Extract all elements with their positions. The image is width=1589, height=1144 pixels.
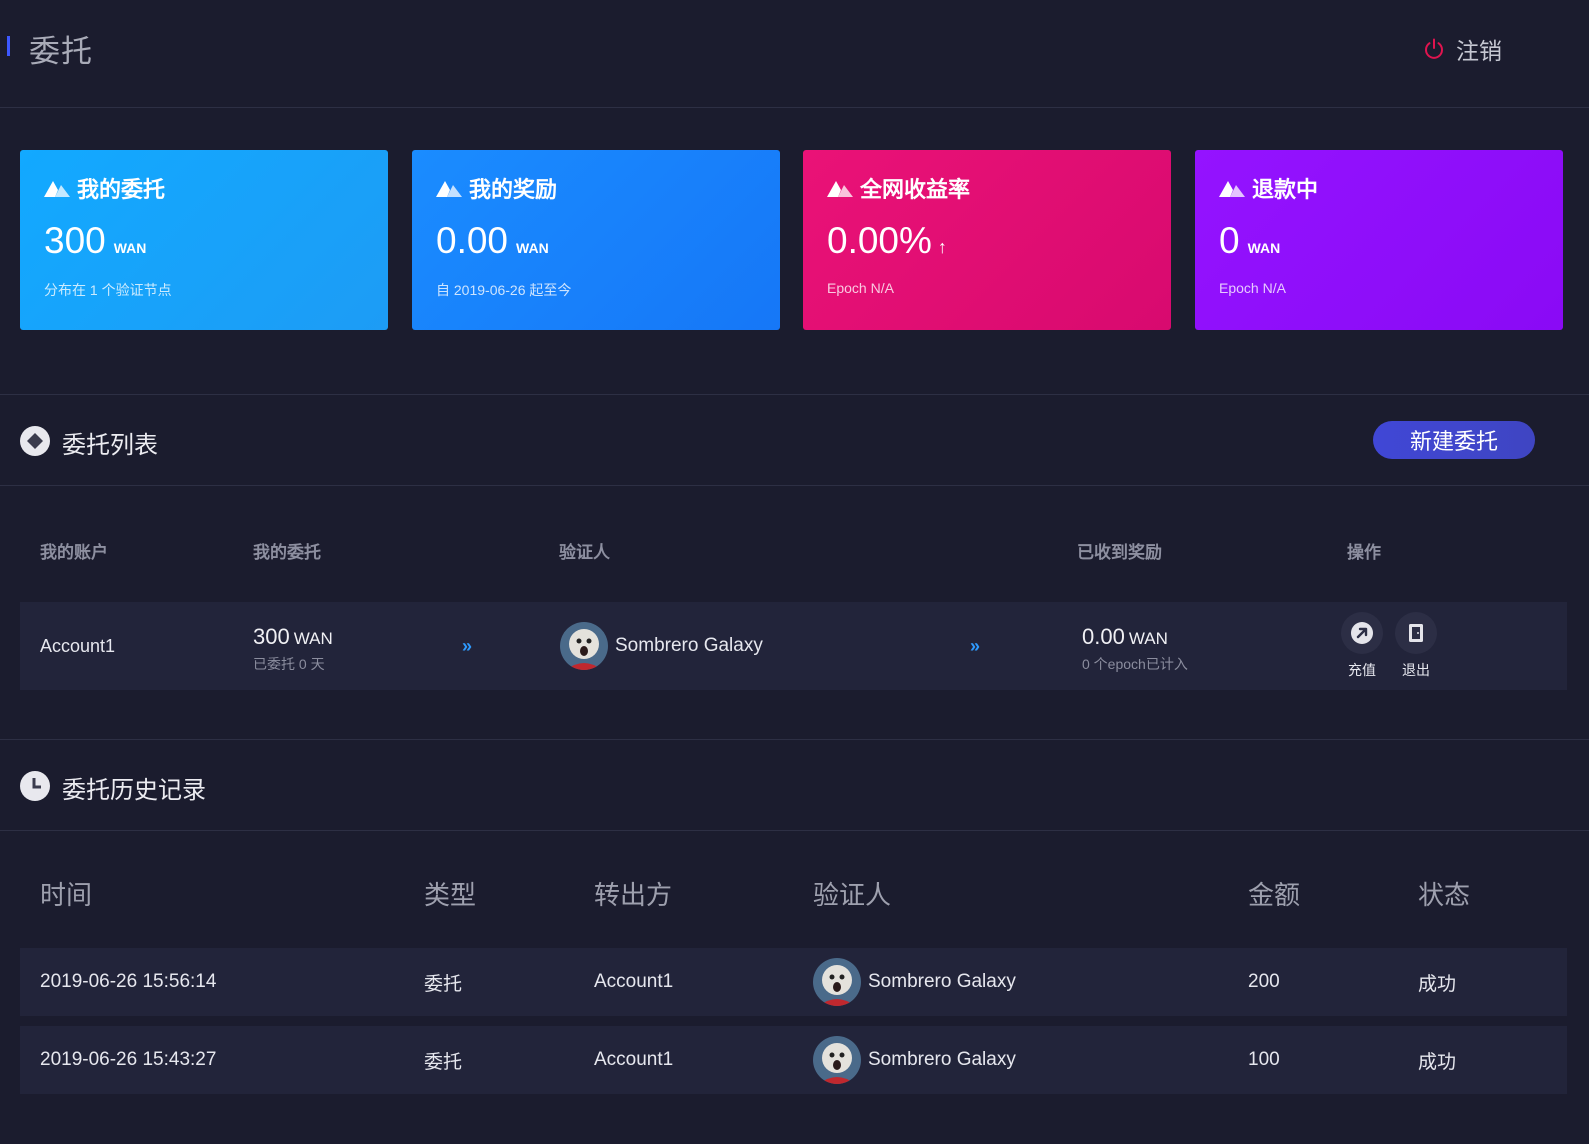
history-row: 2019-06-26 15:43:27 委托 Account1 Sombrero… (20, 1026, 1567, 1094)
page-title: 委托 (29, 34, 93, 69)
validator-name: Sombrero Galaxy (868, 971, 1016, 992)
validator-avatar (813, 1036, 861, 1084)
received-reward: 0.00 WAN 0 个epoch已计入 (1082, 624, 1188, 674)
card-title: 我的奖励 (469, 177, 558, 202)
reward-value: 0.00 (1082, 624, 1125, 649)
history-amount: 200 (1248, 971, 1280, 992)
card-subtitle: Epoch N/A (827, 280, 894, 296)
mountain-icon (436, 181, 462, 197)
power-icon (1425, 38, 1443, 59)
history-status: 成功 (1418, 973, 1457, 995)
door-exit-icon (1409, 624, 1423, 642)
new-delegation-button[interactable]: 新建委托 (1373, 421, 1535, 459)
amount-unit: WAN (293, 629, 333, 648)
reward-epochs: 0 个epoch已计入 (1082, 656, 1188, 672)
logout-label: 注销 (1456, 38, 1502, 64)
history-col-time: 时间 (40, 880, 93, 910)
card-subtitle: Epoch N/A (1219, 280, 1286, 296)
card-refunding: 退款中 0 WAN Epoch N/A (1195, 150, 1563, 330)
account-name: Account1 (40, 636, 116, 656)
history-validator: Sombrero Galaxy (813, 1026, 1016, 1094)
clock-icon (20, 771, 50, 801)
delegated-days: 已委托 0 天 (253, 656, 325, 672)
card-subtitle: 自 2019-06-26 起至今 (436, 282, 572, 298)
history-header: 委托历史记录 (0, 739, 1589, 831)
reward-unit: WAN (1128, 629, 1168, 648)
history-col-amount: 金额 (1248, 880, 1301, 910)
card-my-delegation: 我的委托 300 WAN 分布在 1 个验证节点 (20, 150, 388, 330)
title-accent-bar (7, 36, 10, 56)
card-value: 300 (44, 220, 106, 261)
card-title: 退款中 (1252, 177, 1319, 202)
delegation-list-header: 委托列表 新建委托 (0, 394, 1589, 486)
history-col-from: 转出方 (594, 880, 673, 910)
amount-value: 300 (253, 624, 290, 649)
col-header-reward: 已收到奖励 (1077, 543, 1162, 562)
history-type: 委托 (424, 1051, 463, 1073)
col-header-actions: 操作 (1347, 543, 1381, 562)
col-header-account: 我的账户 (40, 543, 108, 562)
up-arrow-icon: ↑ (937, 237, 947, 257)
history-type: 委托 (424, 973, 463, 995)
mountain-icon (44, 181, 70, 197)
history-time: 2019-06-26 15:56:14 (40, 971, 217, 992)
history-col-validator: 验证人 (813, 880, 892, 910)
validator-avatar (560, 622, 608, 670)
card-value: 0.00 (436, 220, 509, 261)
chevron-right-icon: » (462, 636, 473, 656)
exit-label: 退出 (1402, 662, 1430, 678)
card-unit: WAN (1247, 240, 1281, 256)
chevron-right-icon: » (970, 636, 981, 656)
card-unit: WAN (516, 240, 549, 256)
card-value: 0.00% (827, 220, 932, 261)
history-col-type: 类型 (424, 880, 477, 910)
history-from: Account1 (594, 971, 674, 992)
history-time: 2019-06-26 15:43:27 (40, 1049, 217, 1070)
validator-name: Sombrero Galaxy (615, 635, 763, 656)
diamond-icon (20, 426, 50, 456)
card-network-yield: 全网收益率 0.00% ↑ Epoch N/A (803, 150, 1171, 330)
validator-avatar (813, 958, 861, 1006)
section-title: 委托列表 (62, 432, 158, 459)
history-from: Account1 (594, 1049, 674, 1070)
topup-label: 充值 (1348, 662, 1376, 678)
card-subtitle: 分布在 1 个验证节点 (44, 282, 172, 298)
history-row: 2019-06-26 15:56:14 委托 Account1 Sombrero… (20, 948, 1567, 1016)
section-title: 委托历史记录 (62, 777, 206, 804)
col-header-validator: 验证人 (559, 543, 610, 562)
card-unit: WAN (113, 240, 147, 256)
arrow-up-right-icon (1351, 622, 1373, 644)
exit-button[interactable]: 退出 (1395, 612, 1437, 680)
validator[interactable]: Sombrero Galaxy (560, 622, 763, 670)
mountain-icon (827, 181, 853, 197)
topup-button[interactable]: 充值 (1341, 612, 1383, 680)
top-bar: 委托 注销 (0, 0, 1589, 108)
row-actions: 充值 退出 (1341, 612, 1449, 680)
card-title: 全网收益率 (860, 177, 971, 202)
table-row: Account1 300 WAN 已委托 0 天 » Sombrero Galax… (20, 602, 1567, 690)
mountain-icon (1219, 181, 1245, 197)
card-value: 0 (1219, 220, 1240, 261)
card-title: 我的委托 (77, 177, 166, 202)
validator-name: Sombrero Galaxy (868, 1049, 1016, 1070)
history-status: 成功 (1418, 1051, 1457, 1073)
card-my-rewards: 我的奖励 0.00 WAN 自 2019-06-26 起至今 (412, 150, 780, 330)
history-validator: Sombrero Galaxy (813, 948, 1016, 1016)
col-header-delegation: 我的委托 (253, 543, 321, 562)
history-col-status: 状态 (1418, 880, 1471, 910)
history-amount: 100 (1248, 1049, 1280, 1070)
logout-button[interactable]: 注销 (1422, 32, 1502, 66)
delegation-amount: 300 WAN 已委托 0 天 (253, 624, 333, 674)
